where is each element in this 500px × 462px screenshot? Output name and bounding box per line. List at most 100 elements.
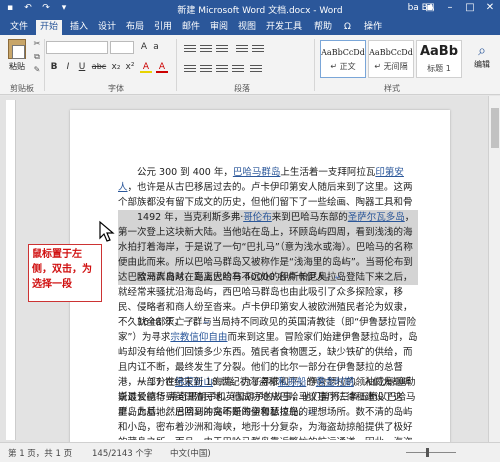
style-normal-preview: AaBbCcDd	[321, 48, 365, 57]
style-no-spacing-name: ↵ 无间隔	[374, 62, 408, 71]
tab-insert[interactable]: 插入	[66, 20, 92, 35]
zoom-slider[interactable]	[396, 448, 466, 458]
text: 从 17 世纪末到 18 世纪初海盗和	[137, 377, 278, 388]
hyperlink[interactable]: 黄金时期	[316, 377, 354, 388]
group-divider	[176, 39, 177, 91]
increase-indent-icon[interactable]	[252, 43, 264, 53]
bullets-icon[interactable]	[184, 43, 196, 53]
paste-label: 粘贴	[9, 62, 25, 71]
word-count[interactable]: 145/2143 个字	[92, 447, 152, 459]
vertical-scrollbar[interactable]	[488, 96, 500, 442]
tab-review[interactable]: 审阅	[206, 20, 232, 35]
close-icon[interactable]: ✕	[484, 1, 496, 15]
font-size-dropdown[interactable]	[110, 41, 134, 54]
shrink-font-icon[interactable]: a	[150, 41, 162, 53]
hyperlink[interactable]: 宗教信仰自由	[170, 332, 227, 343]
line-spacing-icon[interactable]	[250, 63, 262, 73]
underline-button[interactable]: U	[76, 61, 88, 73]
styles-group-label: 样式	[384, 84, 400, 93]
multilevel-list-icon[interactable]	[216, 43, 228, 53]
undo-icon[interactable]: ↶	[22, 2, 34, 14]
tab-file[interactable]: 文件	[6, 20, 32, 35]
align-center-icon[interactable]	[200, 63, 212, 73]
customize-icon[interactable]: ▾	[58, 2, 70, 14]
strikethrough-button[interactable]: abc	[90, 61, 108, 73]
tab-mailings[interactable]: 邮件	[178, 20, 204, 35]
tab-layout[interactable]: 布局	[122, 20, 148, 35]
window-controls: ▣ – □ ✕	[424, 1, 496, 15]
editing-button[interactable]: ⌕ 编辑	[470, 43, 494, 70]
save-icon[interactable]: ▪	[4, 2, 16, 14]
tab-help[interactable]: 帮助	[310, 20, 336, 35]
editing-label: 编辑	[474, 60, 490, 69]
font-name-dropdown[interactable]	[46, 41, 108, 54]
minimize-icon[interactable]: –	[444, 1, 456, 15]
font-color-button[interactable]: A	[156, 61, 168, 73]
highlight-color-button[interactable]: A	[140, 61, 152, 73]
cut-icon[interactable]: ✂	[32, 39, 42, 49]
zoom-knob[interactable]	[426, 448, 429, 457]
instruction-callout: 鼠标置于左侧，双击，为选择一段	[28, 244, 102, 302]
scroll-thumb[interactable]	[491, 108, 499, 148]
ribbon-tabs: 文件 开始 插入 设计 布局 引用 邮件 审阅 视图 开发工具 帮助 Ω 操作	[0, 18, 500, 35]
tab-special[interactable]: Ω	[340, 20, 355, 35]
align-right-icon[interactable]	[216, 63, 228, 73]
clipboard-small-buttons: ✂ ⧉ ✎	[32, 39, 42, 78]
superscript-button[interactable]: x²	[124, 61, 136, 73]
tab-references[interactable]: 引用	[150, 20, 176, 35]
text: 的	[306, 377, 316, 388]
redo-icon[interactable]: ↷	[40, 2, 52, 14]
status-bar: 第 1 页，共 1 页 145/2143 个字 中文(中国)	[0, 442, 500, 462]
hyperlink[interactable]: 私掠船	[278, 377, 307, 388]
paragraph-5[interactable]: 从 17 世纪末到 18 世纪初海盗和私掠船的黄金时期。人们大都听说过爱德华·蒂…	[118, 375, 418, 440]
hyperlink[interactable]: 巴哈马群岛	[233, 167, 281, 178]
text: 来到巴哈马东部的	[271, 212, 348, 223]
style-heading-1-name: 标题 1	[427, 64, 451, 73]
numbering-icon[interactable]	[200, 43, 212, 53]
group-divider	[314, 39, 315, 91]
text: 1492 年，当克利斯多弗·	[137, 212, 244, 223]
style-heading-1[interactable]: AaBb 标题 1	[416, 40, 462, 78]
text: 上生活着一支拜阿拉瓦	[280, 167, 376, 178]
align-left-icon[interactable]	[184, 63, 196, 73]
mouse-pointer-icon	[99, 220, 115, 242]
tab-developer[interactable]: 开发工具	[262, 20, 306, 35]
window-title: 新建 Microsoft Word 文档.docx - Word	[177, 6, 343, 16]
search-icon: ⌕	[478, 43, 486, 59]
copy-icon[interactable]: ⧉	[32, 52, 42, 62]
style-normal-name: ↵ 正文	[330, 62, 356, 71]
decrease-indent-icon[interactable]	[236, 43, 248, 53]
hyperlink[interactable]: 哥伦布	[243, 212, 272, 223]
maximize-icon[interactable]: □	[464, 1, 476, 15]
style-no-spacing[interactable]: AaBbCcDd ↵ 无间隔	[368, 40, 414, 78]
zoom-track	[406, 452, 456, 453]
italic-button[interactable]: I	[62, 61, 74, 73]
grow-font-icon[interactable]: A	[138, 41, 150, 53]
tab-tell-me[interactable]: 操作	[360, 20, 386, 35]
justify-icon[interactable]	[232, 63, 244, 73]
tab-view[interactable]: 视图	[234, 20, 260, 35]
ribbon-display-options-icon[interactable]: ▣	[424, 1, 436, 15]
font-group-label: 字体	[108, 84, 124, 93]
paste-button[interactable]: 粘贴	[4, 39, 30, 72]
style-no-spacing-preview: AaBbCcDd	[369, 48, 413, 57]
language-indicator[interactable]: 中文(中国)	[170, 447, 211, 459]
vertical-ruler	[6, 100, 16, 440]
clipboard-group-label: 剪贴板	[10, 84, 34, 93]
style-normal[interactable]: AaBbCcDd ↵ 正文	[320, 40, 366, 78]
ribbon: 粘贴 ✂ ⧉ ✎ 剪贴板 A a B I U abc x₂ x² A A 字体 …	[0, 35, 500, 95]
format-painter-icon[interactable]: ✎	[32, 65, 42, 75]
group-divider	[44, 39, 45, 91]
page-count[interactable]: 第 1 页，共 1 页	[8, 447, 72, 459]
style-heading-1-preview: AaBb	[419, 44, 459, 59]
quick-access-toolbar: ▪ ↶ ↷ ▾	[4, 2, 70, 14]
tab-design[interactable]: 设计	[94, 20, 120, 35]
bold-button[interactable]: B	[48, 61, 60, 73]
tab-home[interactable]: 开始	[36, 20, 63, 35]
paragraph-group-label: 段落	[234, 84, 250, 93]
subscript-button[interactable]: x₂	[110, 61, 122, 73]
paste-icon	[8, 39, 26, 59]
hyperlink[interactable]: 圣萨尔瓦多岛	[348, 212, 405, 223]
text: 公元 300 到 400 年，	[137, 167, 233, 178]
title-bar: ▪ ↶ ↷ ▾ 新建 Microsoft Word 文档.docx - Word…	[0, 0, 500, 18]
